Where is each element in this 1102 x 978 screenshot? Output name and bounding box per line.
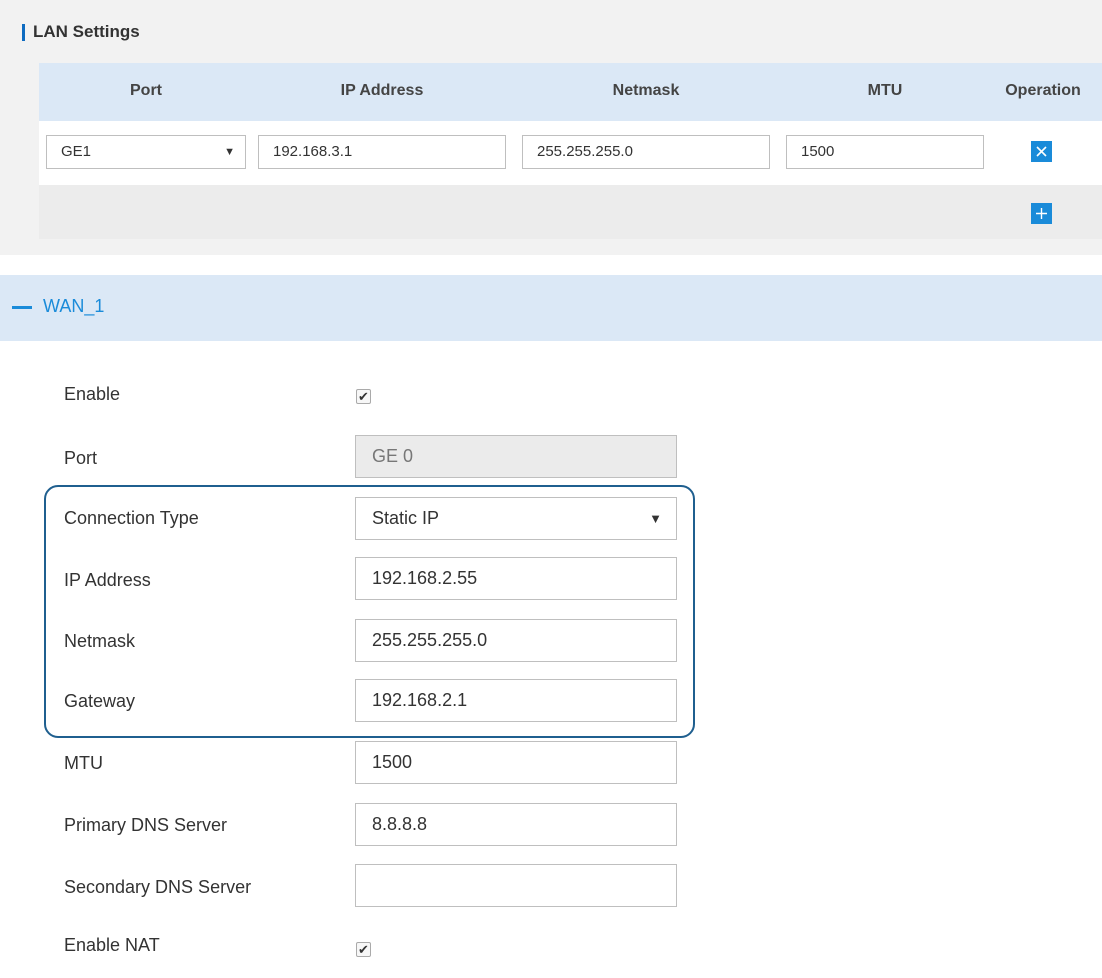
add-row-button[interactable] [1031, 203, 1052, 224]
delete-row-button[interactable] [1031, 141, 1052, 162]
column-header-mtu: MTU [867, 82, 903, 99]
lan-mtu-input[interactable]: 1500 [786, 135, 984, 169]
primary-dns-label: Primary DNS Server [64, 815, 228, 835]
enable-checkbox[interactable]: ✔ [356, 389, 371, 404]
enable-nat-checkbox[interactable]: ✔ [356, 942, 371, 957]
port-field: GE 0 [355, 435, 677, 478]
primary-dns-input[interactable]: 8.8.8.8 [355, 803, 677, 846]
column-header-operation: Operation [1005, 82, 1081, 99]
enable-label: Enable [64, 384, 121, 404]
mtu-input[interactable]: 1500 [355, 741, 677, 784]
lan-ip-address-input[interactable]: 192.168.3.1 [258, 135, 506, 169]
dropdown-arrow-icon: ▼ [224, 146, 235, 158]
column-header-netmask: Netmask [612, 82, 680, 99]
collapse-icon[interactable] [12, 306, 32, 309]
table-add-row [39, 185, 1102, 239]
lan-settings-title: LAN Settings [33, 22, 140, 41]
lan-netmask-input[interactable]: 255.255.255.0 [522, 135, 770, 169]
secondary-dns-label: Secondary DNS Server [64, 877, 252, 897]
column-header-ip-address: IP Address [340, 82, 424, 99]
highlight-annotation-box [44, 485, 695, 738]
column-header-port: Port [130, 82, 162, 99]
lan-port-select[interactable]: GE1 ▼ [46, 135, 246, 169]
secondary-dns-input[interactable] [355, 864, 677, 907]
enable-nat-label: Enable NAT [64, 935, 160, 955]
close-icon [1036, 146, 1047, 157]
port-label: Port [64, 448, 98, 468]
plus-icon [1036, 208, 1047, 219]
mtu-label: MTU [64, 753, 103, 773]
wan-section-header[interactable] [0, 275, 1102, 341]
wan-section-title: WAN_1 [43, 296, 105, 316]
